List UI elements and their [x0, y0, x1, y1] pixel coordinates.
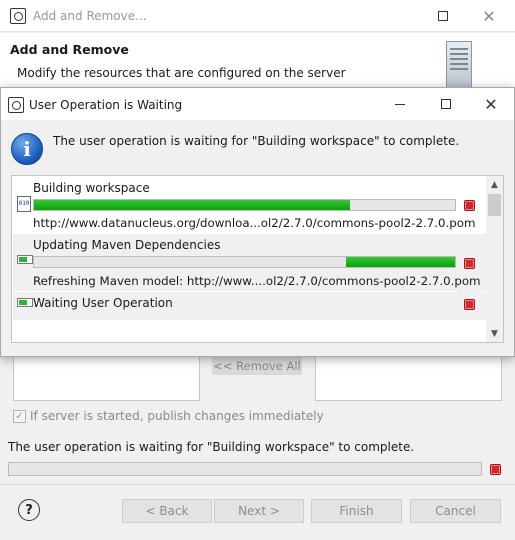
button-bar-separator [0, 484, 515, 485]
close-icon: ✕ [482, 6, 496, 26]
job-progress-bar [33, 256, 456, 268]
info-icon: i [11, 133, 43, 165]
job-item: Waiting User Operation [13, 292, 487, 320]
wizard-stop-button[interactable] [490, 464, 501, 475]
close-icon: ✕ [484, 94, 498, 114]
dialog-titlebar: User Operation is Waiting ✕ [1, 88, 514, 120]
wizard-close-button[interactable]: ✕ [466, 0, 512, 32]
job-item: 010 Building workspace http://www.datanu… [13, 176, 487, 233]
wizard-header-title: Add and Remove [10, 42, 129, 57]
user-operation-dialog: User Operation is Waiting ✕ i The user o… [0, 87, 515, 357]
job-stop-button[interactable] [464, 299, 475, 310]
cancel-button[interactable]: Cancel [410, 499, 501, 523]
next-button[interactable]: Next > [214, 499, 304, 523]
job-progress-list[interactable]: 010 Building workspace http://www.datanu… [11, 175, 504, 343]
dialog-maximize-button[interactable] [423, 88, 469, 120]
finish-button[interactable]: Finish [311, 499, 402, 523]
back-button[interactable]: < Back [122, 499, 212, 523]
maximize-icon [438, 11, 448, 21]
dialog-minimize-button[interactable] [377, 88, 423, 120]
eclipse-app-icon [10, 8, 26, 24]
job-list-scrollbar[interactable]: ▲ ▼ [486, 176, 503, 342]
server-banner-icon [446, 41, 472, 89]
maximize-icon [441, 99, 451, 109]
job-name: Waiting User Operation [33, 296, 173, 310]
job-item: Updating Maven Dependencies Refreshing M… [13, 234, 487, 291]
wizard-titlebar: Add and Remove... ✕ [0, 0, 515, 32]
dialog-title: User Operation is Waiting [29, 98, 183, 112]
job-progress-bar [33, 199, 456, 211]
job-progress-fill [345, 257, 455, 267]
remove-all-button[interactable]: << Remove All [212, 357, 302, 375]
wizard-header: Add and Remove Modify the resources that… [0, 33, 515, 91]
progress-bar-icon [17, 298, 33, 307]
available-resources-list[interactable] [13, 357, 200, 401]
job-detail: Refreshing Maven model: http://www....ol… [33, 274, 481, 288]
wizard-status-message: The user operation is waiting for "Build… [8, 440, 415, 454]
dialog-close-button[interactable]: ✕ [468, 88, 514, 120]
job-stop-button[interactable] [464, 200, 475, 211]
job-progress-fill [34, 200, 350, 210]
wizard-header-description: Modify the resources that are configured… [17, 66, 346, 80]
job-name: Updating Maven Dependencies [33, 238, 221, 252]
help-icon[interactable]: ? [18, 499, 40, 521]
binary-file-icon: 010 [17, 196, 31, 212]
publish-checkbox[interactable]: ✓ [13, 409, 26, 423]
publish-option[interactable]: ✓ If server is started, publish changes … [13, 409, 324, 423]
publish-checkbox-label: If server is started, publish changes im… [30, 409, 324, 423]
wizard-maximize-button[interactable] [420, 0, 466, 32]
job-stop-button[interactable] [464, 258, 475, 269]
configured-resources-list[interactable] [315, 357, 502, 401]
wizard-progress-bar [8, 462, 482, 476]
chevron-up-icon[interactable]: ▲ [486, 176, 503, 193]
scrollbar-thumb[interactable] [488, 194, 501, 216]
minimize-icon [395, 103, 405, 105]
job-detail: http://www.datanucleus.org/downloa...ol2… [33, 216, 476, 230]
chevron-down-icon[interactable]: ▼ [486, 325, 503, 342]
job-name: Building workspace [33, 181, 150, 195]
dialog-message: The user operation is waiting for "Build… [53, 134, 460, 148]
eclipse-app-icon [8, 97, 24, 113]
wizard-title: Add and Remove... [33, 9, 147, 23]
progress-bar-icon [17, 255, 33, 264]
